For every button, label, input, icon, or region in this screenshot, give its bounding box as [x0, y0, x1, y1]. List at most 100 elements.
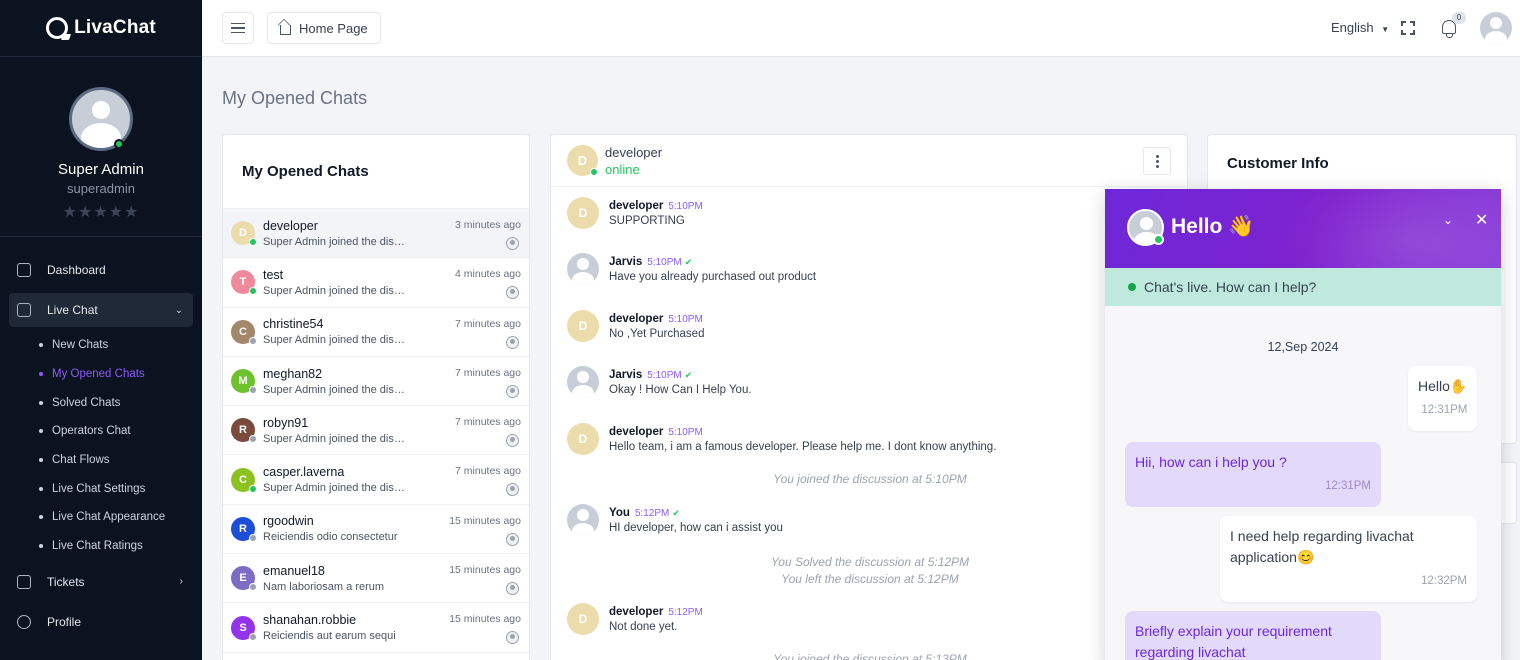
- rating-stars: ★★★★★: [62, 204, 140, 221]
- message: D developer 5:10PM Hello team, i am a fam…: [567, 423, 996, 455]
- bubble-time: 12:31PM: [1421, 404, 1468, 416]
- chat-time: 15 minutes ago: [449, 613, 521, 626]
- chat-avatar: T: [231, 270, 257, 296]
- message-time: 5:12PM: [634, 508, 670, 519]
- chat-avatar: D: [231, 221, 257, 247]
- widget-message-incoming: Hii, how can i help you ? 12:31PM: [1125, 442, 1381, 507]
- bubble-time: 12:32PM: [1420, 575, 1467, 587]
- chat-last-message: Nam laboriosam a rerum: [263, 580, 385, 593]
- sidebar-item-live-chat[interactable]: Live Chat ⌄: [9, 293, 193, 327]
- sidebar-item-live-chat-appearance[interactable]: Live Chat Appearance: [39, 503, 193, 532]
- chat-last-message: Super Admin joined the discussion: [263, 334, 405, 347]
- message: D developer 5:10PM No ,Yet Purchased: [567, 310, 704, 342]
- avatar-initial: R: [239, 522, 247, 535]
- page-title: My Opened Chats: [222, 88, 368, 108]
- chat-last-message: Super Admin joined the discussion: [263, 383, 405, 396]
- status-dot: [249, 632, 257, 641]
- notification-badge: 0: [1452, 12, 1466, 24]
- sidebar-item-my-opened-chats[interactable]: My Opened Chats: [39, 360, 193, 389]
- home-page-button[interactable]: Home Page: [267, 12, 381, 44]
- close-icon[interactable]: ✕: [1475, 210, 1488, 230]
- avatar-initial: D: [577, 153, 588, 168]
- menu-toggle-button[interactable]: [222, 12, 254, 44]
- chevron-down-icon: ⌄: [174, 304, 183, 316]
- chevron-down-icon[interactable]: ⌄: [1443, 213, 1453, 227]
- brand[interactable]: LivaChat: [0, 0, 202, 57]
- sidebar-item-dashboard[interactable]: Dashboard: [9, 253, 193, 287]
- sidebar-item-profile[interactable]: Profile: [9, 605, 193, 639]
- widget-message-outgoing: I need help regarding livachat applicati…: [1220, 516, 1477, 602]
- agent-avatar-icon: [506, 582, 519, 596]
- message-text: Have you already purchased out product: [609, 271, 817, 283]
- chat-list-item[interactable]: Rrgoodwin Reiciendis odio consectetur 15 m…: [223, 505, 529, 555]
- bubble-text: Briefly explain your requirement regardi…: [1135, 623, 1332, 660]
- message-text: Not done yet.: [609, 621, 678, 633]
- message-text: HI developer, how can i assist you: [609, 522, 783, 534]
- live-chat-submenu: New Chats My Opened Chats Solved Chats O…: [9, 331, 193, 561]
- system-message: You Solved the discussion at 5:12PM: [770, 555, 970, 569]
- agent-avatar-icon: [506, 532, 519, 546]
- message-avatar: [567, 366, 599, 398]
- chat-time: 7 minutes ago: [455, 465, 521, 478]
- chat-list-item[interactable]: Ccasper.laverna Super Admin joined the di…: [223, 455, 529, 505]
- message: You 5:12PM ✔ HI developer, how can i assis…: [567, 504, 783, 536]
- user-icon: [17, 614, 31, 629]
- chat-time: 7 minutes ago: [455, 416, 521, 429]
- sidebar-item-live-chat-settings[interactable]: Live Chat Settings: [39, 474, 193, 503]
- home-page-label: Home Page: [299, 20, 368, 36]
- status-dot: [249, 583, 257, 592]
- status-dot: [249, 287, 257, 296]
- chat-list-item[interactable]: Mmeghan82Super Admin joined the discussi…: [223, 357, 529, 407]
- chat-list-item[interactable]: Cchristine54 Super Admin joined the discu…: [223, 308, 529, 357]
- sidebar-item-live-chat-ratings[interactable]: Live Chat Ratings: [39, 532, 193, 561]
- chat-list-item[interactable]: DdeveloperSuper Admin joined the discuss…: [223, 209, 529, 259]
- chat-widget: Hello 👋 ⌄ ✕ Chat's live. How can I help?…: [1105, 189, 1501, 660]
- message-avatar: D: [567, 197, 599, 229]
- widget-title: Hello 👋: [1171, 215, 1255, 238]
- fullscreen-icon[interactable]: [1400, 20, 1416, 36]
- chat-list-item[interactable]: TtestSuper Admin joined the discussion4 …: [223, 258, 529, 308]
- message: Jarvis 5:10PM ✔ Okay ! How Can I Help You.: [567, 366, 752, 398]
- more-options-button[interactable]: [1143, 147, 1171, 175]
- agent-avatar-icon: [506, 434, 519, 448]
- double-check-icon: ✔: [672, 508, 680, 518]
- chat-list-item[interactable]: Eemanuel18 Nam laboriosam a rerum 15 minut…: [223, 554, 529, 604]
- profile-name: Super Admin: [58, 161, 144, 178]
- sidebar-item-label: Dashboard: [47, 263, 106, 277]
- sidebar-item-new-chats[interactable]: New Chats: [39, 331, 193, 360]
- message-time: 5:10PM: [668, 427, 703, 438]
- bubble-time: 12:31PM: [1324, 480, 1371, 492]
- chat-list-item[interactable]: Rrobyn91Super Admin joined the discussio…: [223, 406, 529, 456]
- sidebar-item-solved-chats[interactable]: Solved Chats: [39, 388, 193, 417]
- status-dot: [249, 484, 257, 493]
- chat-list-item[interactable]: Sshanahan.robbie Reiciendis aut earum seq…: [223, 603, 529, 653]
- message-text: No ,Yet Purchased: [609, 328, 705, 340]
- message: Jarvis 5:10PM ✔ Have you already purchased…: [567, 253, 816, 285]
- language-select[interactable]: English ▼: [1331, 20, 1389, 35]
- avatar-initial: T: [239, 276, 247, 289]
- sidebar-item-tickets[interactable]: Tickets ›: [9, 565, 193, 599]
- chat-time: 15 minutes ago: [449, 564, 521, 577]
- message-text: SUPPORTING: [609, 215, 685, 227]
- message-author: developer: [609, 606, 664, 618]
- customer-info-title: Customer Info: [1227, 155, 1329, 172]
- chat-last-message: Reiciendis odio consectetur: [263, 531, 398, 544]
- ticket-icon: [17, 574, 31, 589]
- avatar-initial: S: [239, 621, 247, 634]
- agent-avatar-icon: [506, 631, 519, 645]
- double-check-icon: ✔: [684, 257, 693, 267]
- message-text: Okay ! How Can I Help You.: [609, 384, 752, 396]
- message-author: developer: [609, 313, 664, 325]
- chat-list-title: My Opened Chats: [223, 135, 529, 209]
- message-time: 5:10PM: [668, 314, 703, 325]
- avatar-initial: C: [239, 325, 247, 338]
- conversation-name: developer: [605, 145, 663, 160]
- message-time: 5:10PM: [647, 370, 682, 381]
- profile-role: superadmin: [67, 181, 135, 196]
- message: D developer 5:10PM SUPPORTING: [567, 197, 703, 229]
- user-avatar[interactable]: [1480, 12, 1512, 44]
- chat-time: 15 minutes ago: [449, 514, 521, 527]
- sidebar-item-operators-chat[interactable]: Operators Chat: [39, 417, 193, 446]
- chat-time: 7 minutes ago: [455, 317, 521, 330]
- sidebar-item-chat-flows[interactable]: Chat Flows: [39, 446, 193, 475]
